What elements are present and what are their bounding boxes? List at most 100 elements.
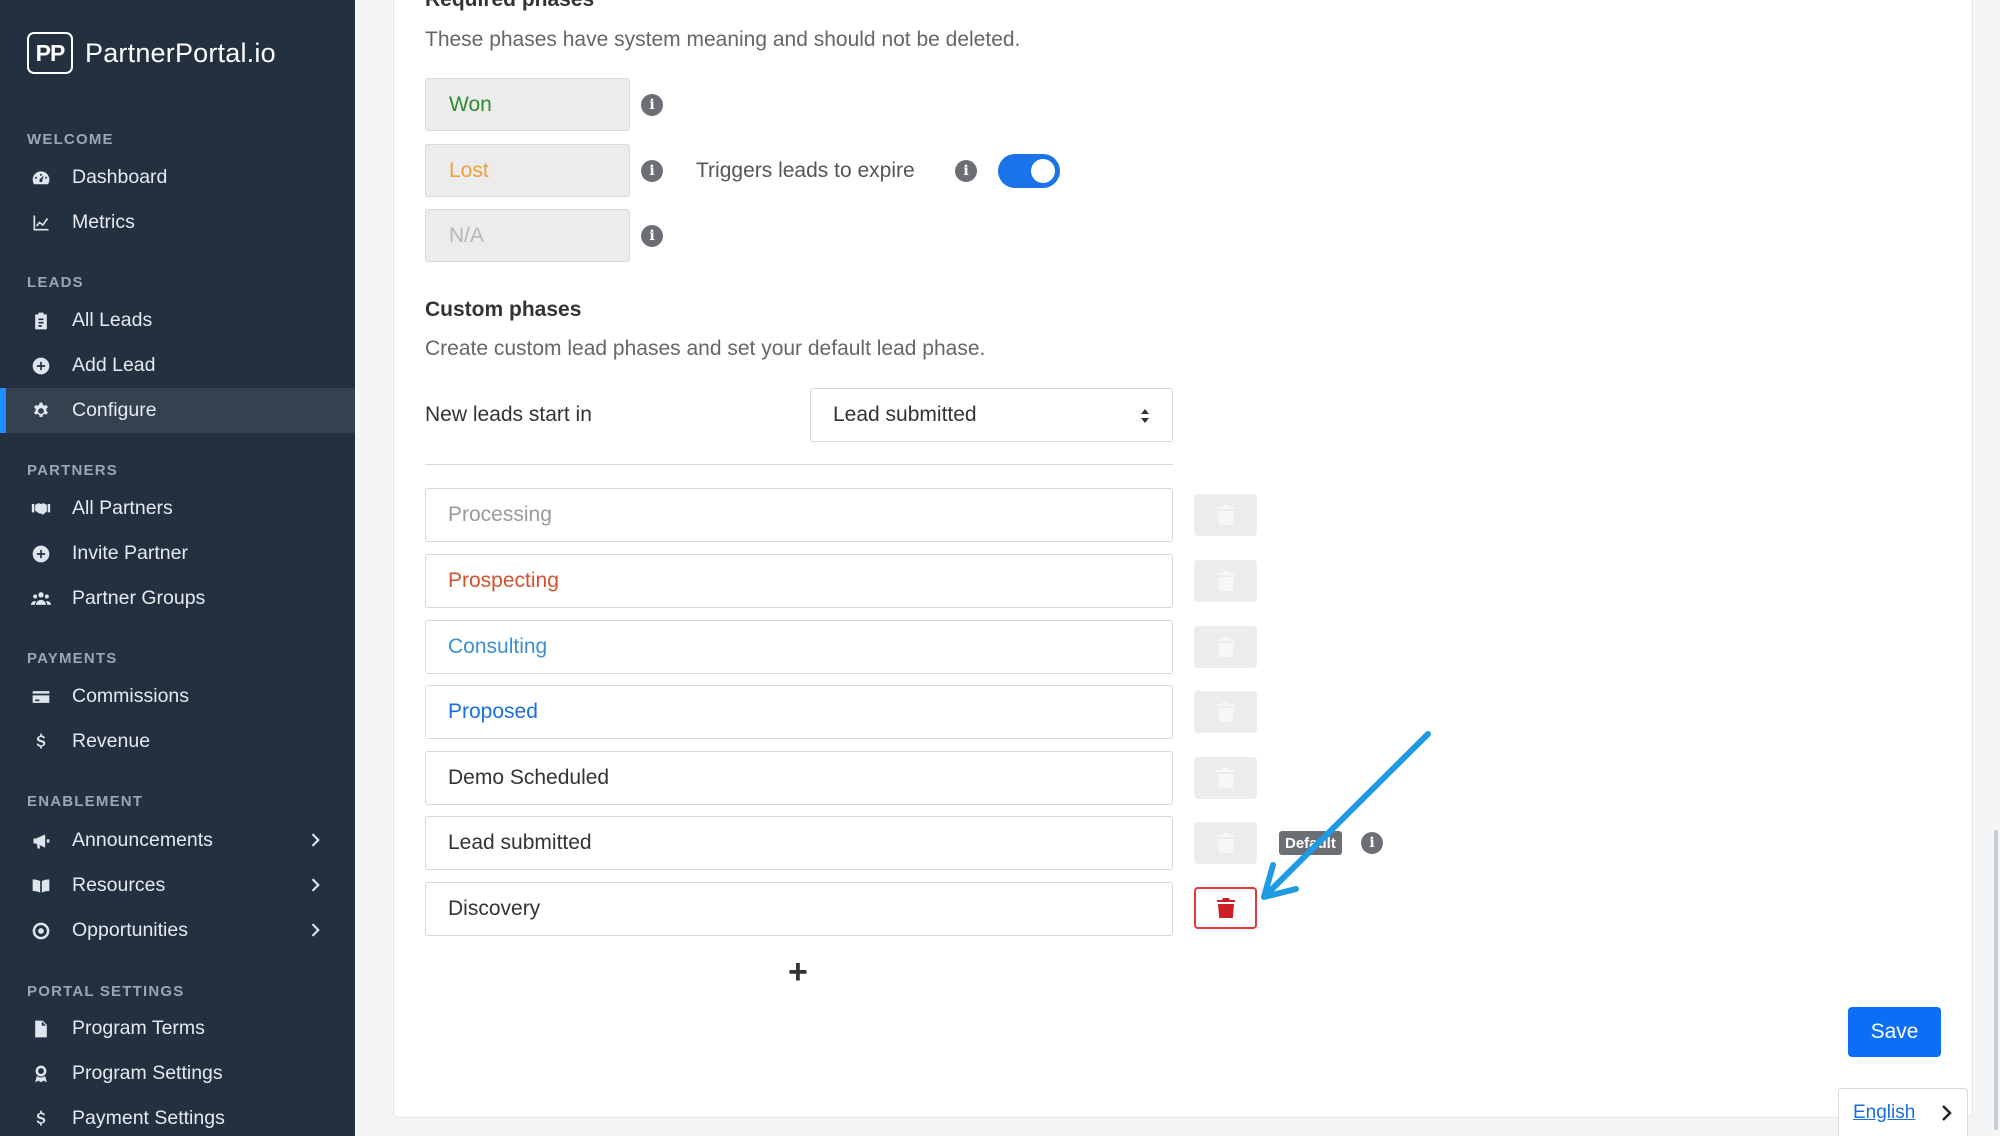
book-icon xyxy=(30,875,52,897)
default-phase-select[interactable]: Lead submitted xyxy=(810,388,1173,442)
section-partners: PARTNERS xyxy=(27,462,118,479)
delete-phase-button[interactable] xyxy=(1194,560,1257,602)
chevron-right-icon xyxy=(1937,1103,1955,1123)
info-icon[interactable]: i xyxy=(641,160,663,182)
sidebar-item-invite-partner[interactable]: Invite Partner xyxy=(0,531,355,576)
phase-input-proposed[interactable]: Proposed xyxy=(425,685,1173,739)
plus-circle-icon xyxy=(30,543,52,565)
sidebar-item-program-settings[interactable]: Program Settings xyxy=(0,1051,355,1096)
sidebar-item-revenue[interactable]: Revenue xyxy=(0,719,355,764)
dollar-icon xyxy=(30,1108,52,1130)
save-button[interactable]: Save xyxy=(1848,1007,1941,1057)
trash-icon xyxy=(1216,833,1235,853)
phase-input-demo-scheduled[interactable]: Demo Scheduled xyxy=(425,751,1173,805)
language-link[interactable]: English xyxy=(1853,1102,1915,1124)
phase-input-prospecting[interactable]: Prospecting xyxy=(425,554,1173,608)
award-icon xyxy=(30,1063,52,1085)
info-icon[interactable]: i xyxy=(641,225,663,247)
megaphone-icon xyxy=(30,830,52,852)
delete-phase-button[interactable] xyxy=(1194,887,1257,929)
custom-phases-title: Custom phases xyxy=(425,298,582,321)
required-phases-title: Required phases xyxy=(425,0,594,12)
gear-icon xyxy=(30,400,52,422)
sidebar-item-payment-settings[interactable]: Payment Settings xyxy=(0,1096,355,1136)
sidebar-item-label: Add Lead xyxy=(72,354,156,376)
sidebar-item-metrics[interactable]: Metrics xyxy=(0,200,355,245)
file-icon xyxy=(30,1018,52,1040)
section-leads: LEADS xyxy=(27,274,84,291)
sidebar-item-label: Dashboard xyxy=(72,166,168,188)
sidebar-item-announcements[interactable]: Announcements xyxy=(0,818,355,863)
sidebar-item-dashboard[interactable]: Dashboard xyxy=(0,155,355,200)
sidebar-item-all-leads[interactable]: All Leads xyxy=(0,298,355,343)
sidebar-item-label: All Leads xyxy=(72,309,153,331)
expire-label: Triggers leads to expire xyxy=(696,159,915,182)
trash-icon xyxy=(1216,505,1235,525)
chevron-right-icon xyxy=(305,830,325,850)
phase-won: Won xyxy=(425,78,630,131)
section-payments: PAYMENTS xyxy=(27,650,118,667)
divider xyxy=(425,464,1173,465)
language-switcher[interactable]: English xyxy=(1838,1088,1968,1136)
section-enablement: ENABLEMENT xyxy=(27,793,144,810)
handshake-icon xyxy=(30,498,52,520)
info-icon[interactable]: i xyxy=(955,160,977,182)
sidebar-item-add-lead[interactable]: Add Lead xyxy=(0,343,355,388)
custom-phases-description: Create custom lead phases and set your d… xyxy=(425,337,986,360)
phase-input-processing[interactable]: Processing xyxy=(425,488,1173,542)
section-welcome: WELCOME xyxy=(27,131,114,148)
sidebar-item-partner-groups[interactable]: Partner Groups xyxy=(0,576,355,621)
section-portal-settings: PORTAL SETTINGS xyxy=(27,983,185,1000)
sidebar-item-label: Announcements xyxy=(72,829,213,851)
brand-name: PartnerPortal.io xyxy=(85,37,276,68)
trash-icon xyxy=(1216,637,1235,657)
scrollbar-thumb[interactable] xyxy=(1994,830,1998,1130)
select-value: Lead submitted xyxy=(833,403,977,426)
sidebar-item-configure[interactable]: Configure xyxy=(0,388,355,433)
add-phase-button[interactable]: + xyxy=(788,955,808,989)
sidebar-item-label: Program Terms xyxy=(72,1017,205,1039)
sidebar: PP PartnerPortal.io WELCOME Dashboard Me… xyxy=(0,0,355,1136)
clipboard-icon xyxy=(30,310,52,332)
phase-input-lead-submitted[interactable]: Lead submitted xyxy=(425,816,1173,870)
delete-phase-button[interactable] xyxy=(1194,822,1257,864)
sidebar-item-label: Resources xyxy=(72,874,166,896)
chevron-right-icon xyxy=(305,875,325,895)
trash-icon xyxy=(1216,898,1235,918)
phase-lost: Lost xyxy=(425,144,630,197)
required-phases-description: These phases have system meaning and sho… xyxy=(425,28,1021,51)
plus-circle-icon xyxy=(30,355,52,377)
sidebar-item-label: Invite Partner xyxy=(72,542,188,564)
sidebar-item-label: Payment Settings xyxy=(72,1107,225,1129)
trash-icon xyxy=(1216,768,1235,788)
sidebar-item-label: Revenue xyxy=(72,730,151,752)
delete-phase-button[interactable] xyxy=(1194,494,1257,536)
sort-caret-icon xyxy=(1140,407,1150,425)
phase-input-consulting[interactable]: Consulting xyxy=(425,620,1173,674)
sidebar-item-commissions[interactable]: Commissions xyxy=(0,674,355,719)
dollar-icon xyxy=(30,731,52,753)
trash-icon xyxy=(1216,702,1235,722)
delete-phase-button[interactable] xyxy=(1194,626,1257,668)
sidebar-item-label: Metrics xyxy=(72,211,135,233)
brand[interactable]: PP PartnerPortal.io xyxy=(27,32,276,74)
target-icon xyxy=(30,920,52,942)
new-leads-start-label: New leads start in xyxy=(425,403,592,426)
users-icon xyxy=(30,588,52,610)
sidebar-item-label: Partner Groups xyxy=(72,587,206,609)
sidebar-item-opportunities[interactable]: Opportunities xyxy=(0,908,355,953)
sidebar-item-label: All Partners xyxy=(72,497,173,519)
sidebar-item-all-partners[interactable]: All Partners xyxy=(0,486,355,531)
sidebar-item-label: Commissions xyxy=(72,685,190,707)
expire-toggle[interactable] xyxy=(998,154,1060,188)
sidebar-item-program-terms[interactable]: Program Terms xyxy=(0,1006,355,1051)
sidebar-item-label: Configure xyxy=(72,399,157,421)
delete-phase-button[interactable] xyxy=(1194,691,1257,733)
chevron-right-icon xyxy=(305,920,325,940)
sidebar-item-resources[interactable]: Resources xyxy=(0,863,355,908)
chart-icon xyxy=(30,212,52,234)
phase-input-discovery[interactable]: Discovery xyxy=(425,882,1173,936)
delete-phase-button[interactable] xyxy=(1194,757,1257,799)
trash-icon xyxy=(1216,571,1235,591)
info-icon[interactable]: i xyxy=(641,94,663,116)
